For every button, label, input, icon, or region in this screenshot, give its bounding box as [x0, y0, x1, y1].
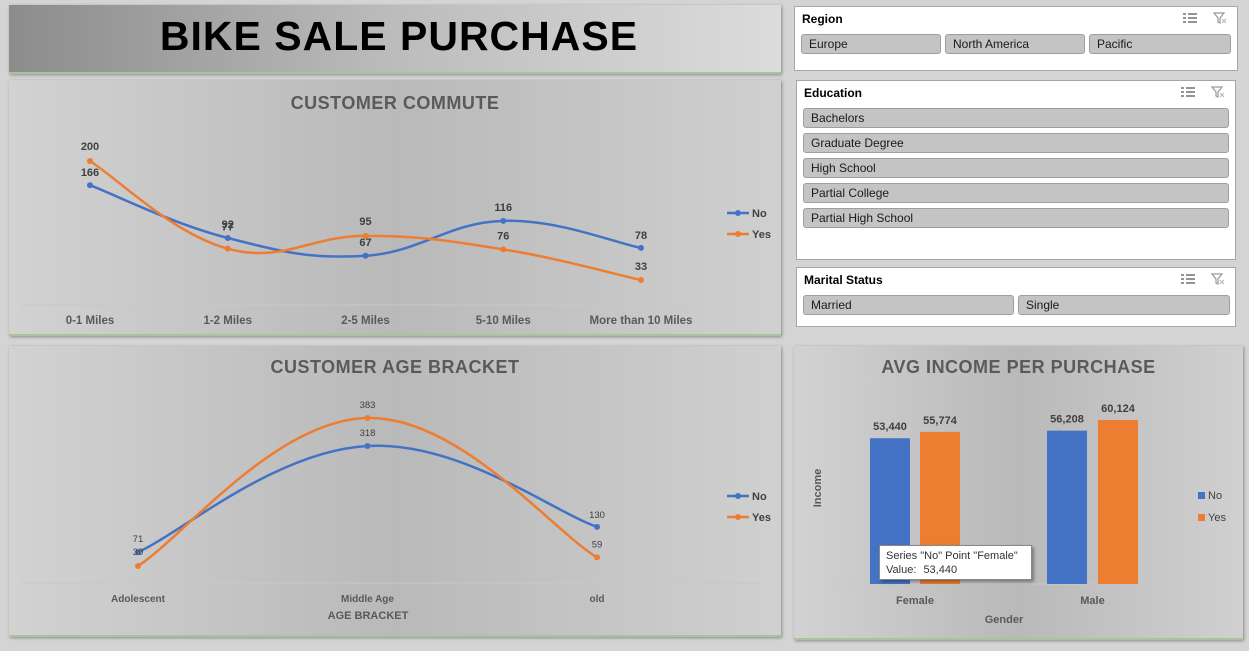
data-label: 60,124	[1101, 403, 1136, 415]
education-item-graduate-degree[interactable]: Graduate Degree	[803, 133, 1229, 153]
clear-filter-icon[interactable]	[1210, 272, 1225, 290]
data-point	[364, 415, 371, 421]
data-point	[87, 158, 93, 164]
y-axis-label: Income	[812, 469, 824, 508]
legend-label: Yes	[752, 512, 771, 524]
education-slicer-title: Education	[804, 86, 863, 100]
x-tick-label: old	[590, 594, 605, 605]
x-axis-label: Gender	[985, 614, 1024, 626]
clear-filter-icon[interactable]	[1210, 85, 1225, 103]
x-tick-label: 1-2 Miles	[203, 315, 252, 327]
x-tick-label: 0-1 Miles	[66, 315, 115, 327]
marital-item-single[interactable]: Single	[1018, 295, 1230, 315]
data-label: 76	[497, 230, 509, 242]
legend-label: Yes	[1208, 512, 1226, 524]
data-label: 59	[592, 539, 603, 550]
region-slicer-title: Region	[802, 12, 843, 26]
data-label: 116	[494, 202, 512, 214]
x-tick-label: 2-5 Miles	[341, 315, 390, 327]
legend-marker	[735, 231, 741, 237]
x-tick-label: Female	[896, 595, 934, 607]
data-point	[87, 182, 93, 189]
tooltip-value: 53,440	[923, 564, 958, 576]
data-point	[500, 217, 507, 224]
data-label: 56,208	[1050, 414, 1084, 426]
education-item-bachelors[interactable]: Bachelors	[803, 108, 1229, 128]
multi-select-icon[interactable]	[1182, 11, 1197, 29]
data-label: 71	[133, 534, 144, 545]
region-slicer[interactable]: Region Europe North America Pacific	[794, 6, 1238, 71]
education-item-high-school[interactable]: High School	[803, 158, 1229, 178]
x-axis-label: AGE BRACKET	[328, 610, 409, 622]
marital-status-slicer[interactable]: Marital Status Married Single	[796, 267, 1236, 327]
clear-filter-icon[interactable]	[1212, 11, 1227, 29]
data-label: 130	[589, 510, 605, 521]
data-point	[362, 252, 369, 259]
data-point	[224, 234, 231, 241]
multi-select-icon[interactable]	[1180, 85, 1195, 103]
legend-marker	[735, 210, 741, 216]
age-chart[interactable]: Adolescent Middle Age old AGE BRACKET 71 318 1…	[9, 346, 781, 635]
x-tick-label: 5-10 Miles	[476, 315, 531, 327]
bar-no	[1047, 430, 1087, 584]
tooltip-series-point: Series "No" Point "Female"	[886, 550, 1018, 562]
data-label: 383	[360, 400, 376, 411]
data-label: 166	[81, 167, 99, 179]
marital-slicer-title: Marital Status	[804, 273, 883, 287]
page-title: BIKE SALE PURCHASE	[159, 13, 639, 59]
data-point	[594, 554, 600, 561]
multi-select-icon[interactable]	[1180, 272, 1195, 290]
tooltip-value-row: Value: 53,440	[886, 563, 1025, 577]
legend-label: Yes	[752, 229, 771, 241]
x-tick-label: Adolescent	[111, 594, 166, 605]
data-point	[135, 563, 141, 569]
legend-marker	[735, 514, 741, 520]
legend-label: No	[752, 208, 767, 220]
age-chart-panel[interactable]: CUSTOMER AGE BRACKET Adolescent Middle Ag…	[9, 346, 781, 637]
education-item-partial-college[interactable]: Partial College	[803, 183, 1229, 203]
bar-yes	[1098, 420, 1138, 584]
legend-label: No	[1208, 490, 1222, 502]
income-chart-panel[interactable]: AVG INCOME PER PURCHASE Female Male Gender…	[794, 346, 1243, 640]
commute-chart-panel[interactable]: CUSTOMER COMMUTE 0-1 Miles 1-2 Miles 2-5 M…	[9, 80, 781, 336]
x-tick-label: Male	[1080, 595, 1104, 607]
data-point	[364, 442, 371, 449]
income-chart[interactable]: Female Male Gender Income 53,440 56,208 No 55,7…	[794, 346, 1243, 638]
data-label: 318	[360, 428, 376, 439]
data-point	[500, 246, 507, 253]
data-label: 78	[635, 230, 647, 242]
data-label: 77	[222, 222, 234, 234]
x-tick-label: More than 10 Miles	[590, 315, 693, 327]
data-point	[224, 245, 231, 252]
marital-item-married[interactable]: Married	[803, 295, 1014, 315]
region-item-europe[interactable]: Europe	[801, 34, 941, 54]
data-point	[638, 244, 644, 251]
legend-swatch	[1198, 492, 1205, 499]
data-point	[638, 277, 644, 283]
region-item-north-america[interactable]: North America	[945, 34, 1085, 54]
legend-label: No	[752, 491, 767, 503]
education-slicer[interactable]: Education Bachelors Graduate Degree High…	[796, 80, 1236, 260]
x-tick-label: Middle Age	[341, 594, 394, 605]
data-label: 33	[635, 261, 647, 273]
data-point	[362, 232, 369, 239]
commute-chart[interactable]: 0-1 Miles 1-2 Miles 2-5 Miles 5-10 Miles Mor…	[9, 80, 781, 334]
legend-swatch	[1198, 514, 1205, 521]
legend-marker	[735, 493, 741, 499]
data-label: 95	[359, 216, 371, 228]
data-label: 200	[81, 141, 99, 153]
education-item-partial-high-school[interactable]: Partial High School	[803, 208, 1229, 228]
title-banner: BIKE SALE PURCHASE	[9, 5, 781, 74]
data-label: 55,774	[923, 415, 958, 427]
data-label: 39	[133, 547, 144, 558]
tooltip-value-label: Value:	[886, 564, 917, 576]
region-item-pacific[interactable]: Pacific	[1089, 34, 1231, 54]
data-label: 53,440	[873, 421, 907, 433]
chart-tooltip: Series "No" Point "Female" Value: 53,440	[879, 545, 1032, 580]
data-point	[594, 523, 600, 530]
